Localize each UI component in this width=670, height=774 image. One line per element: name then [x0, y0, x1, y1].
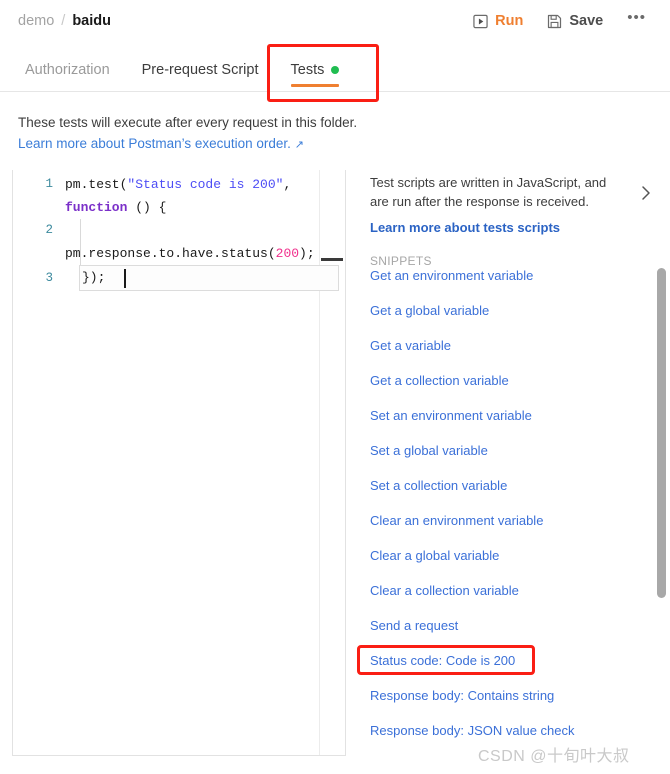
- snippet-item[interactable]: Clear an environment variable: [370, 513, 650, 548]
- code-token-call: pm.test(: [65, 177, 128, 192]
- code-line-3-text: });: [82, 270, 106, 285]
- sidebar-scrollbar-thumb[interactable]: [657, 268, 666, 598]
- top-bar: demo / baidu Run Save •••: [0, 0, 670, 48]
- play-icon: [473, 14, 488, 29]
- snippet-item[interactable]: Response body: Contains string: [370, 688, 650, 723]
- snippets-list: Get an environment variable Get a global…: [370, 268, 650, 758]
- code-token-comma: ,: [283, 177, 300, 192]
- snippet-item[interactable]: Get an environment variable: [370, 268, 650, 303]
- tab-pre-request-script[interactable]: Pre-request Script: [126, 48, 275, 91]
- tab-authorization-label: Authorization: [25, 61, 110, 78]
- postman-tests-panel: demo / baidu Run Save ••• Authorization …: [0, 0, 670, 774]
- code-line-1-text: pm.test("Status code is 200", function (…: [65, 173, 345, 219]
- line-number-1: 1: [45, 177, 53, 191]
- snippet-item[interactable]: Set a global variable: [370, 443, 650, 478]
- line-number-2: 2: [45, 223, 53, 237]
- code-line-2: 2 pm.response.to.have.status(200);: [13, 219, 345, 265]
- snippets-section-label: SNIPPETS: [370, 254, 432, 268]
- snippet-item[interactable]: Clear a global variable: [370, 548, 650, 583]
- code-token-response-chain: pm.response.to.have.status(: [65, 246, 276, 261]
- breadcrumb-current[interactable]: baidu: [72, 13, 111, 29]
- snippet-item[interactable]: Set an environment variable: [370, 408, 650, 443]
- snippet-item[interactable]: Set a collection variable: [370, 478, 650, 513]
- indent-guide: [80, 219, 81, 269]
- sidebar-intro: Test scripts are written in JavaScript, …: [370, 173, 622, 237]
- active-line-highlight: [79, 265, 339, 291]
- external-link-icon: ↗: [294, 139, 304, 151]
- tests-description-text: These tests will execute after every req…: [18, 115, 358, 130]
- tab-active-underline: [290, 84, 340, 87]
- execution-order-link-label: Learn more about Postman’s execution ord…: [18, 136, 291, 151]
- tab-bar: Authorization Pre-request Script Tests: [0, 48, 670, 92]
- text-cursor: [124, 269, 126, 288]
- code-token-keyword-function: function: [65, 200, 128, 215]
- snippet-item[interactable]: Clear a collection variable: [370, 583, 650, 618]
- code-editor[interactable]: 1 pm.test("Status code is 200", function…: [12, 170, 346, 756]
- tests-active-dot-icon: [331, 65, 340, 74]
- breadcrumb-separator: /: [61, 13, 66, 29]
- snippets-sidebar: Test scripts are written in JavaScript, …: [356, 168, 670, 774]
- execution-order-link[interactable]: Learn more about Postman’s execution ord…: [18, 133, 357, 156]
- tab-pre-request-script-label: Pre-request Script: [141, 61, 259, 78]
- more-options-icon[interactable]: •••: [615, 10, 658, 32]
- code-line-1: 1 pm.test("Status code is 200", function…: [13, 173, 345, 219]
- run-button-label: Run: [495, 13, 524, 29]
- code-token-line1-tail: () {: [127, 200, 167, 215]
- snippet-item-status-code[interactable]: Status code: Code is 200: [370, 653, 650, 688]
- tab-tests[interactable]: Tests: [275, 48, 356, 91]
- topbar-actions: Run Save •••: [461, 9, 658, 33]
- code-token-string: "Status code is 200": [127, 177, 284, 192]
- code-token-number-200: 200: [275, 246, 300, 261]
- tests-description: These tests will execute after every req…: [18, 112, 357, 156]
- tab-tests-label: Tests: [290, 61, 325, 78]
- snippet-item[interactable]: Get a collection variable: [370, 373, 650, 408]
- tests-scripts-docs-link[interactable]: Learn more about tests scripts: [370, 218, 622, 237]
- breadcrumb-parent[interactable]: demo: [18, 13, 54, 29]
- code-token-line2-tail: );: [299, 246, 315, 261]
- snippet-item[interactable]: Send a request: [370, 618, 650, 653]
- floppy-disk-icon: [547, 14, 562, 29]
- run-button[interactable]: Run: [461, 9, 535, 33]
- code-editor-content[interactable]: 1 pm.test("Status code is 200", function…: [13, 170, 345, 755]
- tab-authorization[interactable]: Authorization: [9, 48, 126, 91]
- snippet-item[interactable]: Get a variable: [370, 338, 650, 373]
- line-number-3: 3: [45, 271, 53, 285]
- snippet-item[interactable]: Get a global variable: [370, 303, 650, 338]
- code-line-2-text: pm.response.to.have.status(200);: [65, 219, 345, 265]
- breadcrumb: demo / baidu: [18, 13, 111, 29]
- save-button[interactable]: Save: [535, 9, 615, 33]
- sidebar-intro-text: Test scripts are written in JavaScript, …: [370, 175, 607, 209]
- save-button-label: Save: [569, 13, 604, 29]
- watermark: CSDN @十旬叶大叔: [478, 748, 630, 765]
- chevron-right-icon[interactable]: [641, 185, 652, 201]
- editor-scroll-marker[interactable]: [321, 258, 343, 261]
